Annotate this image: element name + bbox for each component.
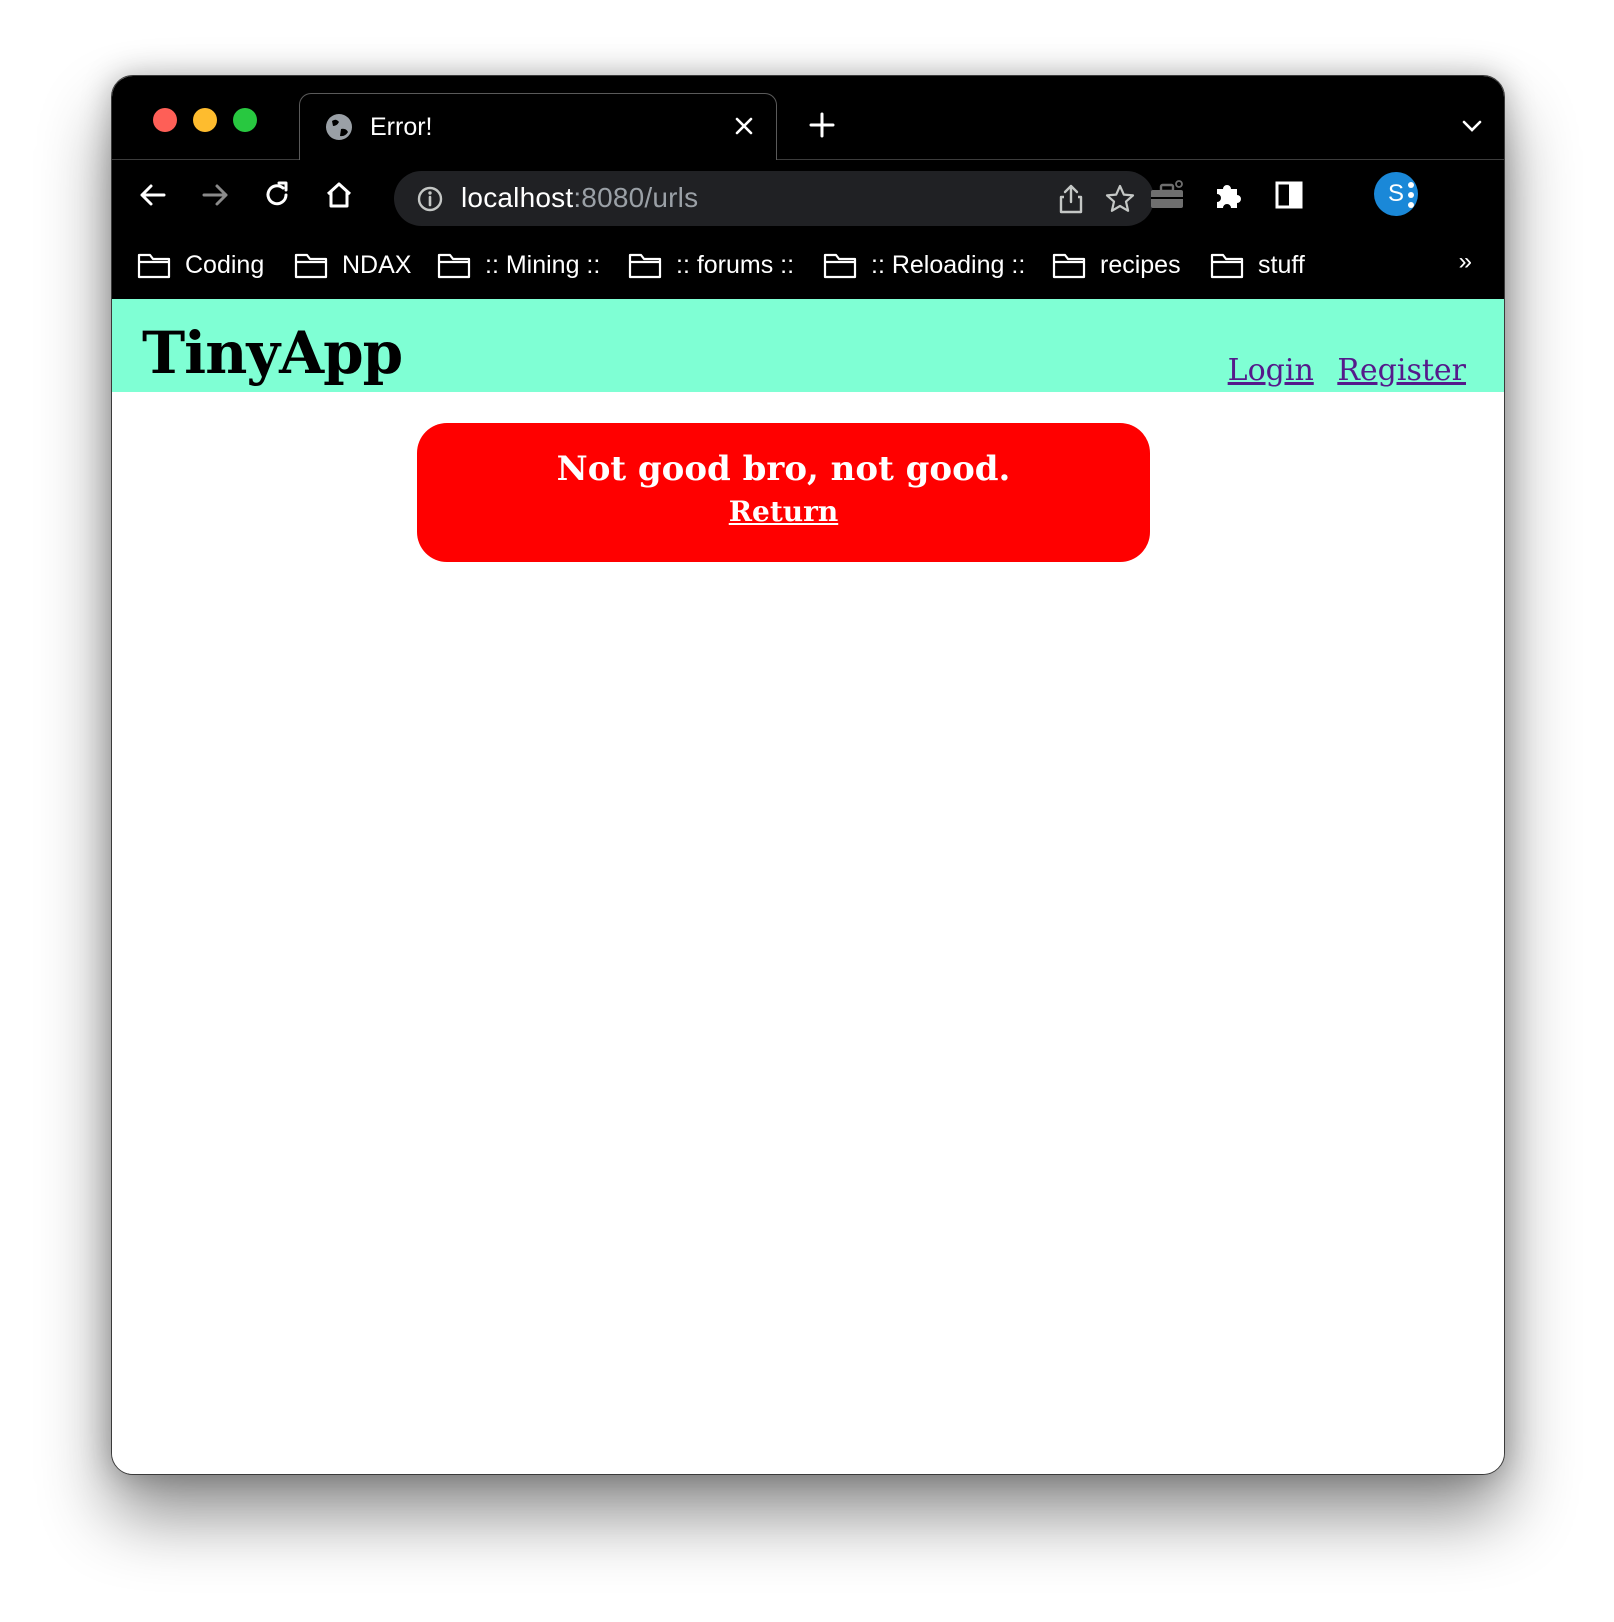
page-content: TinyApp Login Register Not good bro, not… (112, 299, 1504, 1474)
error-banner: Not good bro, not good. Return (417, 423, 1150, 562)
minimize-window-button[interactable] (193, 108, 217, 132)
toolbar: localhost:8080/urls S (112, 160, 1504, 230)
app-brand: TinyApp (142, 319, 403, 387)
share-icon[interactable] (1056, 183, 1086, 215)
auth-nav: Login Register (1214, 353, 1466, 388)
login-link[interactable]: Login (1228, 353, 1314, 388)
bookmark-label: Coding (185, 250, 265, 279)
tab-title: Error! (370, 113, 433, 141)
bookmark-label: NDAX (342, 250, 412, 279)
return-link[interactable]: Return (729, 495, 838, 528)
more-menu-icon[interactable] (1394, 178, 1428, 212)
folder-icon (628, 253, 662, 279)
url-text[interactable]: localhost:8080/urls (461, 182, 698, 214)
url-path: :8080/urls (573, 182, 699, 213)
bookmark-label: :: forums :: (676, 250, 795, 279)
globe-icon (326, 114, 352, 140)
bookmark-folder-ndax[interactable]: NDAX (294, 248, 411, 282)
bookmark-folder-recipes[interactable]: recipes (1052, 248, 1181, 282)
bookmark-folder-coding[interactable]: Coding (137, 248, 264, 282)
star-icon[interactable] (1104, 183, 1136, 215)
bookmark-label: stuff (1258, 250, 1305, 279)
close-window-button[interactable] (153, 108, 177, 132)
chevron-down-icon[interactable] (1460, 114, 1484, 138)
tab-active[interactable]: Error! (299, 93, 777, 160)
address-bar[interactable]: localhost:8080/urls (394, 171, 1154, 226)
info-icon[interactable] (416, 185, 444, 213)
bookmark-folder-forums[interactable]: :: forums :: (628, 248, 794, 282)
bookmark-folder-mining[interactable]: :: Mining :: (437, 248, 600, 282)
bookmarks-overflow-button[interactable]: » (1459, 248, 1472, 276)
forward-icon[interactable] (198, 178, 232, 212)
bookmark-label: :: Reloading :: (871, 250, 1026, 279)
error-message: Not good bro, not good. (556, 449, 1011, 489)
bookmarks-bar: Coding NDAX :: Mining :: :: forums :: ::… (112, 230, 1504, 300)
new-tab-icon[interactable] (807, 110, 837, 140)
toolbox-extension-icon[interactable] (1148, 178, 1186, 212)
url-host: localhost (461, 182, 574, 213)
maximize-window-button[interactable] (233, 108, 257, 132)
reload-icon[interactable] (260, 178, 294, 212)
extensions-puzzle-icon[interactable] (1211, 178, 1245, 212)
back-icon[interactable] (136, 178, 170, 212)
side-panel-icon[interactable] (1272, 178, 1306, 212)
tab-strip: Error! (112, 76, 1504, 160)
folder-icon (1210, 253, 1244, 279)
folder-icon (137, 253, 171, 279)
folder-icon (1052, 253, 1086, 279)
folder-icon (437, 253, 471, 279)
bookmark-folder-stuff[interactable]: stuff (1210, 248, 1305, 282)
folder-icon (294, 253, 328, 279)
browser-chrome: Error! localhost:8080/urls S Coding NDAX… (112, 76, 1504, 299)
register-link[interactable]: Register (1337, 353, 1466, 388)
home-icon[interactable] (322, 178, 356, 212)
browser-window: Error! localhost:8080/urls S Coding NDAX… (111, 75, 1505, 1475)
bookmark-folder-reloading[interactable]: :: Reloading :: (823, 248, 1025, 282)
tab-close-icon[interactable] (730, 112, 758, 140)
bookmark-label: recipes (1100, 250, 1181, 279)
bookmark-label: :: Mining :: (485, 250, 601, 279)
folder-icon (823, 253, 857, 279)
app-header: TinyApp Login Register (112, 299, 1504, 392)
